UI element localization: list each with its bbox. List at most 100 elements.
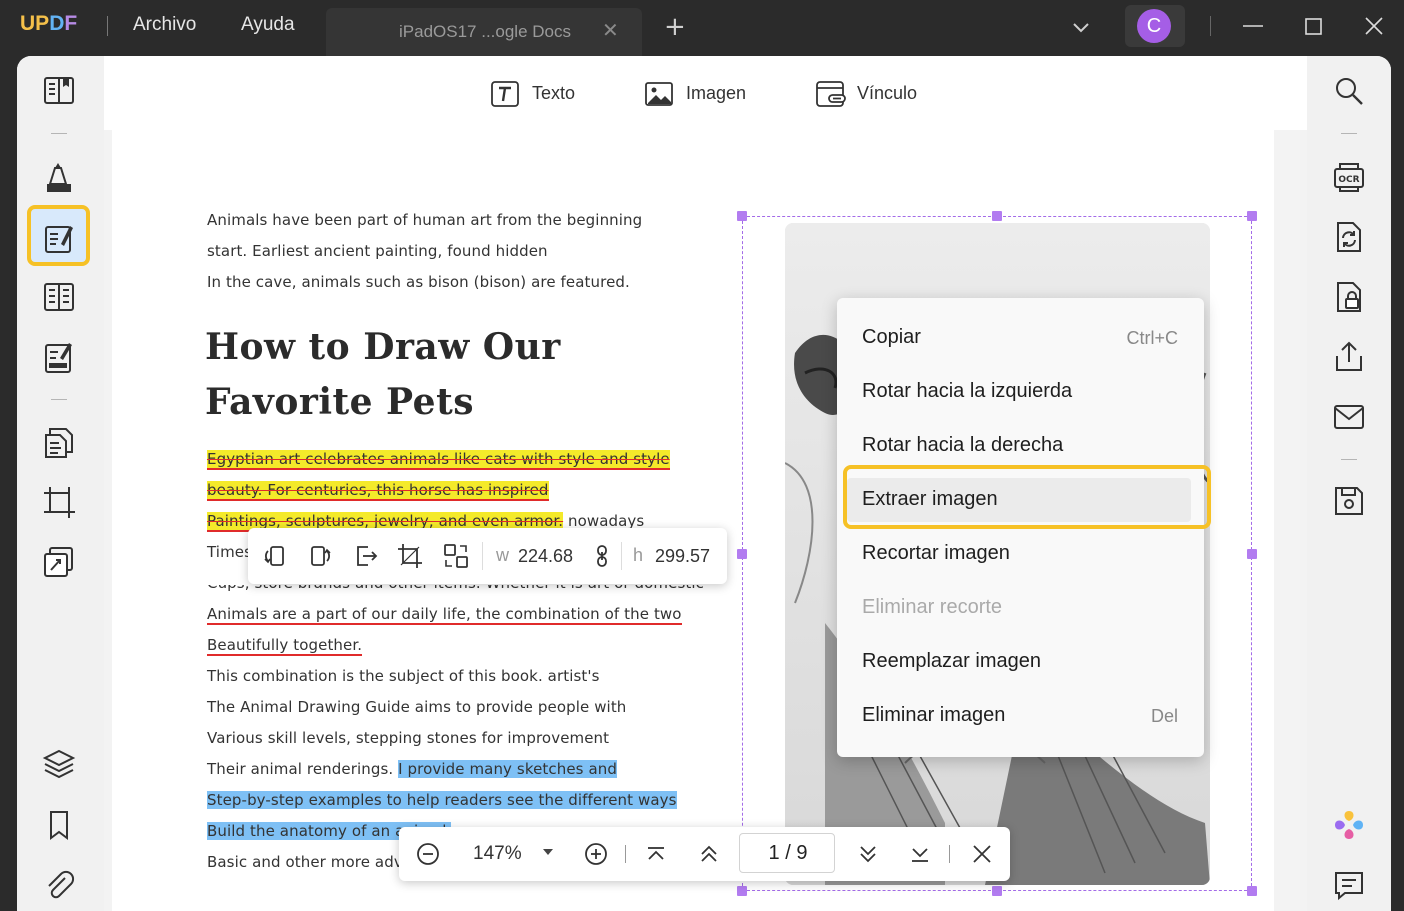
menu-item-delete-image[interactable]: Eliminar imagen Del bbox=[837, 690, 1204, 744]
rotate-left-icon[interactable] bbox=[261, 542, 289, 570]
menu-item-remove-crop: Eliminar recorte bbox=[837, 582, 1204, 636]
renderings-prefix: Their animal renderings. bbox=[207, 760, 399, 778]
intro-line-2[interactable]: start. Earliest ancient painting, found … bbox=[207, 242, 548, 260]
resize-handle-bottom[interactable] bbox=[992, 886, 1002, 896]
new-tab-icon[interactable]: + bbox=[664, 14, 686, 40]
body-line-1[interactable]: This combination is the subject of this … bbox=[207, 667, 600, 685]
chevron-down-icon[interactable] bbox=[1070, 16, 1092, 38]
search-icon[interactable] bbox=[1331, 73, 1367, 109]
highlighted-text-line-2[interactable]: beauty. For centuries, this horse has in… bbox=[207, 481, 549, 501]
protect-icon[interactable] bbox=[41, 544, 77, 580]
previous-page-icon[interactable] bbox=[695, 840, 723, 868]
menu-item-rotate-left[interactable]: Rotar hacia la izquierda bbox=[837, 366, 1204, 420]
menu-file[interactable]: Archivo bbox=[133, 14, 196, 36]
title-separator-2 bbox=[1210, 16, 1211, 36]
underlined-text-line-2[interactable]: Beautifully together. bbox=[207, 636, 363, 656]
intro-line-1[interactable]: Animals have been part of human art from… bbox=[207, 211, 642, 229]
page-layout-icon[interactable] bbox=[41, 279, 77, 315]
blue-highlight[interactable]: I provide many sketches and bbox=[398, 760, 617, 778]
height-field[interactable]: h 299.57 bbox=[633, 538, 723, 574]
underlined-text-line-1[interactable]: Animals are a part of our daily life, th… bbox=[207, 605, 682, 625]
image-tool-button[interactable]: Imagen bbox=[644, 79, 754, 109]
resize-handle-left[interactable] bbox=[737, 549, 747, 559]
menu-item-label: Rotar hacia la izquierda bbox=[862, 380, 1073, 402]
save-icon[interactable] bbox=[1331, 483, 1367, 519]
minimize-icon[interactable] bbox=[1238, 12, 1268, 42]
menu-item-label: Recortar imagen bbox=[862, 542, 1010, 564]
width-value[interactable]: 224.68 bbox=[518, 546, 573, 567]
extract-image-icon[interactable] bbox=[352, 542, 380, 570]
menu-item-shortcut: Del bbox=[1150, 706, 1178, 726]
times-fragment[interactable]: Times bbox=[207, 543, 252, 561]
comment-icon[interactable] bbox=[41, 160, 77, 196]
resize-handle-top-right[interactable] bbox=[1247, 211, 1257, 221]
yellow-highlight[interactable]: Egyptian art celebrates animals like cat… bbox=[207, 450, 670, 470]
first-page-icon[interactable] bbox=[642, 840, 670, 868]
convert-icon[interactable] bbox=[1331, 219, 1367, 255]
layers-icon[interactable] bbox=[41, 746, 77, 782]
document-tab[interactable]: iPadOS17 ...ogle Docs ✕ bbox=[326, 8, 642, 56]
form-icon[interactable] bbox=[41, 340, 77, 376]
blue-text-line-2[interactable]: Step-by-step examples to help readers se… bbox=[207, 791, 677, 809]
left-toolbar bbox=[17, 56, 104, 911]
reader-icon[interactable] bbox=[41, 73, 77, 109]
text-tool-button[interactable]: Texto bbox=[490, 79, 580, 109]
highlighted-text-line-1[interactable]: Egyptian art celebrates animals like cat… bbox=[207, 450, 670, 470]
account-button[interactable]: C bbox=[1125, 5, 1185, 47]
rail-separator bbox=[1341, 133, 1357, 134]
height-value[interactable]: 299.57 bbox=[655, 546, 710, 567]
maximize-icon[interactable] bbox=[1299, 12, 1329, 42]
zoom-dropdown-icon[interactable] bbox=[541, 845, 555, 859]
resize-handle-top[interactable] bbox=[992, 211, 1002, 221]
red-underline[interactable]: Animals are a part of our daily life, th… bbox=[207, 605, 682, 625]
next-page-icon[interactable] bbox=[854, 840, 882, 868]
body-line-2[interactable]: The Animal Drawing Guide aims to provide… bbox=[207, 698, 626, 716]
renderings-line[interactable]: Their animal renderings. I provide many … bbox=[207, 760, 617, 778]
menu-item-replace-image[interactable]: Reemplazar imagen bbox=[837, 636, 1204, 690]
edit-pdf-icon[interactable] bbox=[41, 220, 77, 256]
bookmark-icon[interactable] bbox=[41, 807, 77, 843]
link-tool-button[interactable]: Vínculo bbox=[815, 79, 925, 109]
page-heading-line-2[interactable]: Favorite Pets bbox=[205, 381, 474, 423]
protect-doc-icon[interactable] bbox=[1331, 279, 1367, 315]
zoom-in-icon[interactable] bbox=[582, 840, 610, 868]
menu-item-label: Reemplazar imagen bbox=[862, 650, 1041, 672]
link-aspect-ratio-icon[interactable] bbox=[588, 542, 616, 570]
title-separator bbox=[107, 16, 108, 36]
menu-item-copy[interactable]: Copiar Ctrl+C bbox=[837, 312, 1204, 366]
close-tab-icon[interactable]: ✕ bbox=[602, 18, 619, 42]
link-icon bbox=[816, 81, 846, 107]
resize-handle-bottom-left[interactable] bbox=[737, 886, 747, 896]
email-icon[interactable] bbox=[1331, 399, 1367, 435]
red-underline[interactable]: Beautifully together. bbox=[207, 636, 363, 656]
resize-handle-bottom-right[interactable] bbox=[1247, 886, 1257, 896]
resize-handle-right[interactable] bbox=[1247, 549, 1257, 559]
close-navbar-icon[interactable] bbox=[968, 840, 996, 868]
last-visible-line[interactable]: Basic and other more adv bbox=[207, 853, 403, 871]
chat-icon[interactable] bbox=[1331, 867, 1367, 903]
width-field[interactable]: w 224.68 bbox=[496, 538, 586, 574]
page-number-input[interactable]: 1 / 9 bbox=[739, 833, 835, 873]
intro-line-3[interactable]: In the cave, animals such as bison (biso… bbox=[207, 273, 630, 291]
last-page-icon[interactable] bbox=[906, 840, 934, 868]
page-heading-line-1[interactable]: How to Draw Our bbox=[205, 326, 561, 368]
organize-pages-icon[interactable] bbox=[41, 425, 77, 461]
crop-icon[interactable] bbox=[41, 484, 77, 520]
menu-help[interactable]: Ayuda bbox=[241, 14, 295, 36]
body-line-3[interactable]: Various skill levels, stepping stones fo… bbox=[207, 729, 609, 747]
zoom-out-icon[interactable] bbox=[414, 840, 442, 868]
replace-image-icon[interactable] bbox=[442, 542, 470, 570]
share-icon[interactable] bbox=[1331, 339, 1367, 375]
crop-image-icon[interactable] bbox=[396, 542, 424, 570]
ocr-icon[interactable]: OCR bbox=[1331, 159, 1367, 195]
document-tab-title: iPadOS17 ...ogle Docs bbox=[399, 22, 571, 41]
blue-highlight[interactable]: Step-by-step examples to help readers se… bbox=[207, 791, 677, 809]
close-window-icon[interactable] bbox=[1359, 12, 1389, 42]
menu-item-crop-image[interactable]: Recortar imagen bbox=[837, 528, 1204, 582]
ai-assistant-icon[interactable] bbox=[1331, 807, 1367, 843]
rotate-right-icon[interactable] bbox=[306, 542, 334, 570]
yellow-highlight[interactable]: beauty. For centuries, this horse has in… bbox=[207, 481, 549, 501]
resize-handle-top-left[interactable] bbox=[737, 211, 747, 221]
zoom-level[interactable]: 147% bbox=[473, 843, 522, 865]
attachment-icon[interactable] bbox=[41, 867, 77, 903]
